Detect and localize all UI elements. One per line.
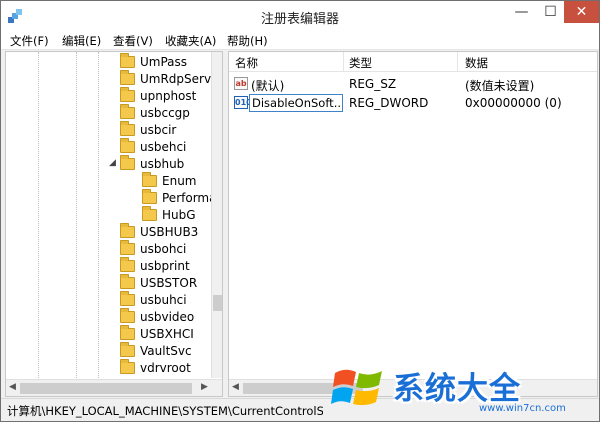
tree-node[interactable]: USBSTOR bbox=[6, 274, 211, 292]
tree-node-label: usbprint bbox=[140, 259, 190, 273]
tree-node[interactable]: usbvideo bbox=[6, 308, 211, 326]
tree-node-label: USBXHCI bbox=[140, 327, 194, 341]
regedit-window: 注册表编辑器 — ☐ ✕ 文件(F) 编辑(E) 查看(V) 收藏夹(A) 帮助… bbox=[0, 0, 600, 422]
scroll-right-arrow-icon[interactable]: ▶ bbox=[201, 382, 208, 392]
tree-node[interactable]: VaultSvc bbox=[6, 342, 211, 360]
menu-view[interactable]: 查看(V) bbox=[113, 33, 153, 49]
column-name-header[interactable]: 名称 bbox=[235, 55, 258, 71]
minimize-button[interactable]: — bbox=[507, 1, 536, 23]
folder-icon bbox=[120, 240, 135, 255]
folder-icon bbox=[120, 308, 135, 323]
list-header: 名称 类型 数据 bbox=[229, 52, 597, 72]
value-data: 0x00000000 (0) bbox=[465, 96, 562, 110]
watermark-brand: 系统大全 bbox=[393, 371, 521, 407]
tree-node-label: Enum bbox=[162, 174, 197, 188]
folder-icon bbox=[120, 359, 135, 374]
folder-icon bbox=[120, 121, 135, 136]
folder-icon bbox=[120, 87, 135, 102]
tree-node[interactable]: usbcir bbox=[6, 121, 211, 139]
tree-node-label: UmRdpServ bbox=[140, 72, 212, 86]
tree-node-label: VaultSvc bbox=[140, 344, 192, 358]
tree-node-label: USBHUB3 bbox=[140, 225, 199, 239]
scroll-left-arrow-icon[interactable]: ◀ bbox=[9, 382, 16, 392]
folder-icon bbox=[142, 172, 157, 187]
tree-horizontal-scrollbar[interactable]: ◀ ▶ bbox=[6, 379, 222, 396]
menu-file[interactable]: 文件(F) bbox=[10, 33, 49, 49]
windows-logo-icon bbox=[331, 369, 382, 406]
folder-icon bbox=[120, 138, 135, 153]
tree-node[interactable]: ◢ usbhub bbox=[6, 155, 211, 173]
menu-bar: 文件(F) 编辑(E) 查看(V) 收藏夹(A) 帮助(H) bbox=[1, 31, 599, 50]
tree-node[interactable]: USBHUB3 bbox=[6, 223, 211, 241]
folder-icon bbox=[120, 274, 135, 289]
folder-icon bbox=[120, 53, 135, 68]
registry-tree[interactable]: UmPass UmRdpServ upnphost usbccgp usbcir usbe… bbox=[5, 51, 223, 397]
dword-value-icon: 010 bbox=[234, 96, 252, 109]
folder-icon bbox=[120, 104, 135, 119]
current-key-path: 计算机\HKEY_LOCAL_MACHINE\SYSTEM\CurrentCon… bbox=[7, 404, 323, 418]
column-separator[interactable] bbox=[457, 52, 458, 72]
tree-node[interactable]: Enum bbox=[6, 172, 211, 190]
tree-node[interactable]: vdrvroot bbox=[6, 359, 211, 377]
close-button[interactable]: ✕ bbox=[564, 1, 599, 23]
tree-node-label: usbvideo bbox=[140, 310, 195, 324]
menu-edit[interactable]: 编辑(E) bbox=[62, 33, 101, 49]
scroll-left-arrow-icon[interactable]: ◀ bbox=[232, 382, 239, 392]
menu-favorites[interactable]: 收藏夹(A) bbox=[165, 33, 216, 49]
tree-vertical-scrollbar[interactable] bbox=[211, 52, 222, 378]
tree-node-label: vdrvroot bbox=[140, 361, 191, 375]
watermark: 系统大全 www.win7cn.com bbox=[331, 359, 593, 419]
tree-node-label: upnphost bbox=[140, 89, 197, 103]
tree-node-label: usbcir bbox=[140, 123, 177, 137]
tree-node[interactable]: usbehci bbox=[6, 138, 211, 156]
value-data: (数值未设置) bbox=[465, 79, 535, 93]
value-type: REG_DWORD bbox=[349, 96, 429, 110]
folder-icon bbox=[120, 257, 135, 272]
menu-help[interactable]: 帮助(H) bbox=[227, 33, 268, 49]
tree-node[interactable]: upnphost bbox=[6, 87, 211, 105]
tree-node[interactable]: usbccgp bbox=[6, 104, 211, 122]
tree-node-label: usbuhci bbox=[140, 293, 187, 307]
tree-node[interactable]: usbohci bbox=[6, 240, 211, 258]
tree-node[interactable]: UmPass bbox=[6, 53, 211, 71]
tree-node[interactable]: HubG bbox=[6, 206, 211, 224]
value-row-default[interactable]: ab (默认) REG_SZ (数值未设置) bbox=[229, 75, 597, 93]
folder-icon bbox=[120, 223, 135, 238]
value-type: REG_SZ bbox=[349, 77, 397, 91]
values-list[interactable]: 名称 类型 数据 ab (默认) REG_SZ (数值未设置) 010 Disa… bbox=[228, 51, 598, 397]
expanded-triangle-icon[interactable]: ◢ bbox=[109, 158, 116, 168]
tree-node-label: usbccgp bbox=[140, 106, 190, 120]
tree-node-label: USBSTOR bbox=[140, 276, 198, 290]
maximize-button[interactable]: ☐ bbox=[536, 1, 565, 23]
title-bar: 注册表编辑器 — ☐ ✕ bbox=[1, 1, 599, 31]
tree-node-label: Performa bbox=[162, 191, 217, 205]
column-type-header[interactable]: 类型 bbox=[349, 55, 372, 71]
string-value-icon: ab bbox=[234, 77, 248, 90]
rename-input[interactable]: DisableOnSoft... bbox=[249, 94, 343, 112]
folder-icon bbox=[142, 206, 157, 221]
column-data-header[interactable]: 数据 bbox=[465, 55, 488, 71]
folder-icon bbox=[120, 291, 135, 306]
folder-icon bbox=[120, 325, 135, 340]
tree-scroll-thumb[interactable] bbox=[213, 295, 222, 311]
tree-node[interactable]: USBXHCI bbox=[6, 325, 211, 343]
column-separator[interactable] bbox=[343, 52, 344, 72]
tree-node-label: usbhub bbox=[140, 157, 185, 171]
value-name: (默认) bbox=[251, 79, 285, 93]
tree-node[interactable]: usbprint bbox=[6, 257, 211, 275]
folder-icon bbox=[120, 155, 135, 170]
folder-icon bbox=[142, 189, 157, 204]
tree-node[interactable]: Performa bbox=[6, 189, 216, 207]
tree-node[interactable]: usbuhci bbox=[6, 291, 211, 309]
tree-node-label: HubG bbox=[162, 208, 196, 222]
tree-node-label: usbohci bbox=[140, 242, 187, 256]
folder-icon bbox=[120, 70, 135, 85]
tree-node-label: UmPass bbox=[140, 55, 188, 69]
folder-icon bbox=[120, 342, 135, 357]
tree-node-label: usbehci bbox=[140, 140, 187, 154]
watermark-url: www.win7cn.com bbox=[479, 403, 566, 414]
value-row-disableonsoft[interactable]: 010 DisableOnSoft... REG_DWORD 0x0000000… bbox=[229, 94, 597, 112]
tree-hscroll-thumb[interactable] bbox=[20, 383, 192, 394]
tree-node[interactable]: UmRdpServ bbox=[6, 70, 212, 88]
